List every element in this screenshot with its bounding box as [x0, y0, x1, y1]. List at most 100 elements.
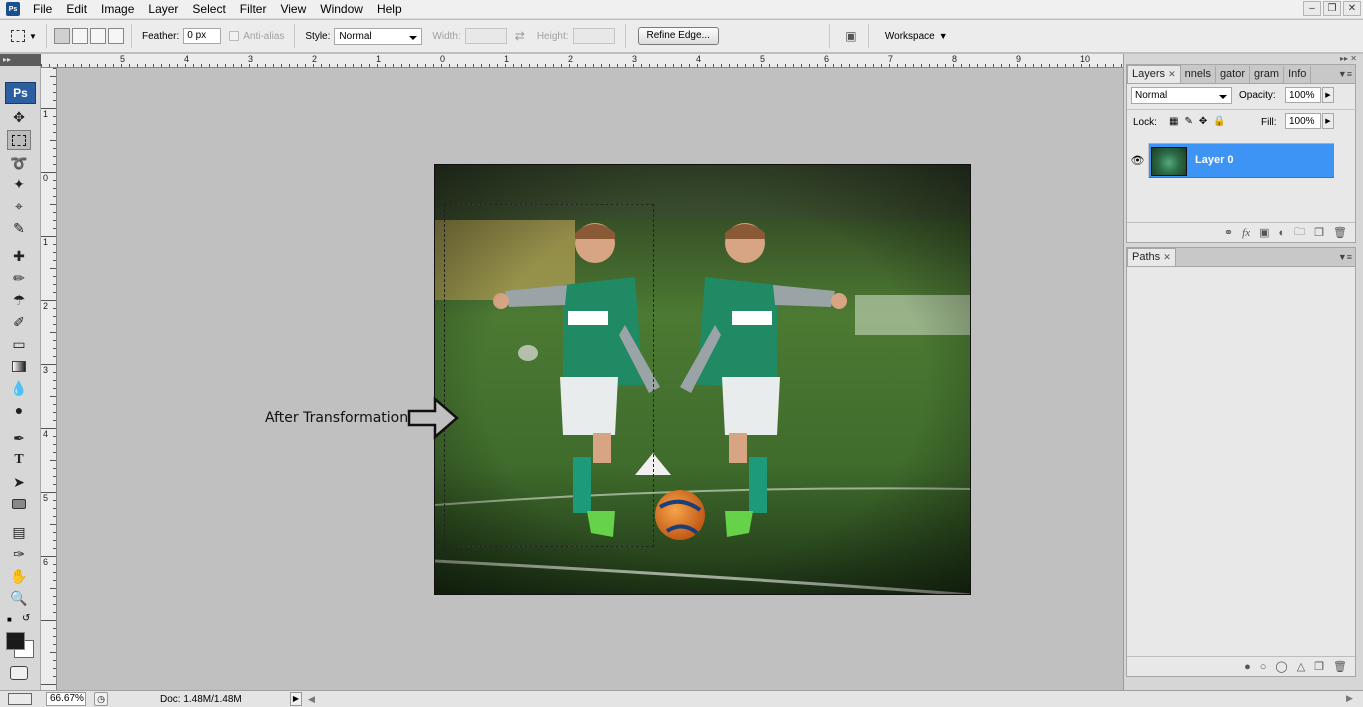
opacity-slider-button[interactable]: ▶ [1322, 87, 1334, 103]
panel-menu-icon[interactable]: ▼≡ [1338, 252, 1352, 262]
style-select[interactable]: Normal [334, 27, 423, 45]
fill-path-icon[interactable]: ● [1244, 661, 1251, 673]
minimize-button[interactable]: – [1303, 1, 1321, 16]
close-button[interactable]: ✕ [1343, 1, 1361, 16]
panel-menu-icon[interactable]: ▼≡ [1338, 69, 1352, 79]
lasso-tool-icon[interactable]: ➰ [7, 153, 31, 173]
ruler-tick [50, 524, 56, 525]
gradient-tool-icon[interactable] [7, 356, 31, 376]
layer-mask-icon[interactable]: ▣ [1259, 226, 1269, 239]
pen-tool-icon[interactable]: ✒ [7, 428, 31, 448]
antialias-checkbox[interactable] [229, 31, 240, 41]
add-to-selection-button[interactable] [72, 28, 88, 44]
lock-image-icon[interactable]: ✎ [1184, 116, 1192, 127]
menu-filter[interactable]: Filter [233, 0, 274, 19]
hand-tool-icon[interactable]: ✋ [7, 566, 31, 586]
tab-layers[interactable]: Layers ✕ [1127, 65, 1181, 83]
subtract-from-selection-button[interactable] [90, 28, 106, 44]
eraser-tool-icon[interactable]: ▭ [7, 334, 31, 354]
intersect-selection-button[interactable] [108, 28, 124, 44]
fill-slider-button[interactable]: ▶ [1322, 113, 1334, 129]
tab-navigator[interactable]: gator [1216, 66, 1251, 83]
menu-help[interactable]: Help [370, 0, 409, 19]
opacity-input[interactable]: 100% [1285, 87, 1321, 103]
new-selection-button[interactable] [54, 28, 70, 44]
new-group-icon[interactable]: 🗀 [1294, 223, 1305, 242]
selection-marquee[interactable] [444, 204, 654, 547]
delete-layer-icon[interactable]: 🗑 [1333, 226, 1347, 239]
foreground-color-swatch[interactable] [6, 632, 25, 650]
ps-logo[interactable]: Ps [5, 82, 36, 104]
swap-colors-icon[interactable]: ↺ [22, 613, 30, 624]
tab-histogram[interactable]: gram [1250, 66, 1285, 83]
magic-wand-tool-icon[interactable]: ✦ [7, 174, 31, 194]
fill-input[interactable]: 100% [1285, 113, 1321, 129]
layer-row[interactable]: Layer 0 [1149, 143, 1334, 178]
history-brush-tool-icon[interactable]: ✐ [7, 312, 31, 332]
lock-transparent-icon[interactable]: ▦ [1169, 116, 1178, 127]
feather-input[interactable]: 0 px [183, 28, 222, 44]
brush-tool-icon[interactable]: ✏ [7, 268, 31, 288]
layer-style-icon[interactable]: fx [1242, 227, 1250, 239]
tab-info[interactable]: Info [1284, 66, 1312, 83]
workspace-menu[interactable]: Workspace ▼ [885, 31, 948, 42]
adjustment-layer-icon[interactable]: ◐ [1279, 227, 1286, 239]
menu-image[interactable]: Image [94, 0, 141, 19]
paths-panel: Paths ✕ ▼≡ ● ○ ◯ △ ❐ 🗑 [1126, 247, 1356, 677]
scroll-left-icon[interactable]: ◀ [308, 694, 315, 705]
stroke-path-icon[interactable]: ○ [1260, 661, 1267, 673]
healing-brush-tool-icon[interactable]: ✚ [7, 246, 31, 266]
lock-all-icon[interactable]: 🔒 [1213, 116, 1225, 127]
restore-button[interactable]: ❐ [1323, 1, 1341, 16]
rectangular-marquee-tool-icon[interactable] [7, 130, 31, 150]
load-selection-icon[interactable]: ◯ [1275, 660, 1287, 673]
make-work-path-icon[interactable]: △ [1297, 660, 1305, 673]
swap-arrows-icon[interactable]: ⇄ [515, 29, 525, 43]
tab-channels[interactable]: nnels [1181, 66, 1216, 83]
lock-position-icon[interactable]: ✥ [1199, 116, 1207, 127]
zoom-field[interactable]: 66.67% [46, 692, 86, 706]
new-layer-icon[interactable]: ❐ [1314, 226, 1324, 239]
tool-preset-picker[interactable]: ▼ [8, 24, 40, 48]
ruler-tick [497, 64, 498, 67]
photoshop-app-icon[interactable]: Ps [6, 2, 20, 16]
type-tool-icon[interactable]: T [7, 450, 31, 470]
delete-path-icon[interactable]: 🗑 [1333, 660, 1347, 673]
quick-mask-icon[interactable] [10, 666, 28, 680]
status-options-icon[interactable]: ◷ [94, 692, 108, 706]
blur-tool-icon[interactable]: 💧 [7, 378, 31, 398]
menu-file[interactable]: File [26, 0, 59, 19]
panel-collapse-icon[interactable]: ▸▸ ✕ [1340, 54, 1357, 63]
menu-layer[interactable]: Layer [141, 0, 185, 19]
visibility-eye-icon[interactable]: 👁 [1127, 143, 1149, 178]
crop-tool-icon[interactable]: ⌖ [7, 196, 31, 216]
move-tool-icon[interactable]: ✥ [7, 107, 31, 127]
slice-tool-icon[interactable]: ✎ [7, 218, 31, 238]
scroll-right-icon[interactable]: ▶ [1336, 689, 1363, 707]
ruler-tick [53, 244, 56, 245]
clone-stamp-tool-icon[interactable]: ☂ [7, 290, 31, 310]
tab-paths[interactable]: Paths ✕ [1127, 248, 1176, 266]
path-selection-tool-icon[interactable]: ➤ [7, 472, 31, 492]
height-input[interactable] [572, 28, 615, 44]
new-path-icon[interactable]: ❐ [1314, 660, 1324, 673]
menu-window[interactable]: Window [313, 0, 370, 19]
blend-mode-select[interactable]: Normal [1131, 87, 1232, 104]
menu-edit[interactable]: Edit [59, 0, 94, 19]
menu-view[interactable]: View [273, 0, 313, 19]
link-layers-icon[interactable]: ⚭ [1224, 226, 1233, 239]
dodge-tool-icon[interactable]: ● [7, 400, 31, 420]
default-colors-icon[interactable]: ■ [7, 615, 12, 624]
zoom-tool-icon[interactable]: 🔍 [7, 588, 31, 608]
bridge-icon[interactable]: ▣ [840, 27, 862, 45]
eyedropper-tool-icon[interactable]: ✑ [7, 544, 31, 564]
menu-select[interactable]: Select [185, 0, 232, 19]
shape-tool-icon[interactable] [7, 494, 31, 514]
status-menu-arrow-icon[interactable]: ▶ [290, 692, 302, 706]
refine-edge-button[interactable]: Refine Edge... [637, 27, 719, 45]
width-input[interactable] [464, 28, 507, 44]
ruler-tick [53, 228, 56, 229]
toolbox-grip[interactable]: ▸▸ [0, 54, 41, 66]
notes-tool-icon[interactable]: ▤ [7, 522, 31, 542]
screen-mode-status-icon[interactable] [8, 693, 32, 705]
